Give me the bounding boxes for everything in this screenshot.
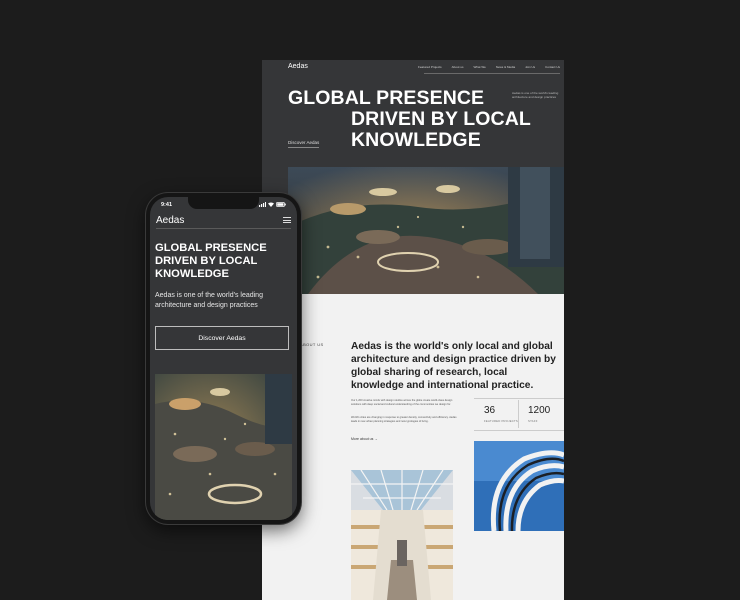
signal-icon <box>259 202 266 207</box>
discover-link[interactable]: Discover Aedas <box>288 140 320 148</box>
about-us-label: ABOUT US <box>300 342 324 347</box>
desktop-nav: Featured Projects About us What We News … <box>418 65 560 69</box>
phone-logo[interactable]: Aedas <box>156 215 184 226</box>
battery-icon <box>276 202 286 207</box>
phone-mockup: 9:41 Aedas GLOBAL PRESENCE DRIVEN BY LOC… <box>146 193 301 524</box>
desktop-side-text: Aedas is one of the world's leading arch… <box>512 91 559 99</box>
stats-bottom-divider <box>474 430 564 431</box>
stat-staff-value: 1200 <box>528 405 551 416</box>
phone-screen: 9:41 Aedas GLOBAL PRESENCE DRIVEN BY LOC… <box>150 197 297 520</box>
desktop-logo[interactable]: Aedas <box>288 63 308 70</box>
about-lead-text: Aedas is the world's only local and glob… <box>351 341 556 391</box>
tower-facade-image <box>474 441 564 531</box>
nav-item-about-us[interactable]: About us <box>452 65 464 69</box>
nav-item-join-us[interactable]: Join Us <box>525 65 535 69</box>
stats-top-divider <box>474 398 564 399</box>
nav-item-contact-us[interactable]: Contact Us <box>545 65 560 69</box>
arrow-right-icon: → <box>374 437 378 441</box>
stat-projects-label: FEATURED PROJECTS <box>484 419 518 423</box>
phone-header-divider <box>156 228 291 229</box>
desktop-headline-line1: GLOBAL PRESENCE <box>288 87 485 109</box>
stat-projects: 36 FEATURED PROJECTS <box>484 405 518 423</box>
nav-item-news-media[interactable]: News & Media <box>496 65 515 69</box>
hero-aerial-image <box>288 167 564 294</box>
about-body-paragraph-2: World's cities are changing in response … <box>351 416 457 423</box>
phone-subtext: Aedas is one of the world's leading arch… <box>155 292 263 309</box>
status-time: 9:41 <box>161 202 173 208</box>
phone-notch <box>188 197 259 209</box>
status-icons <box>259 202 286 207</box>
nav-divider <box>424 73 560 74</box>
atrium-interior-image <box>351 470 453 600</box>
nav-item-featured-projects[interactable]: Featured Projects <box>418 65 442 69</box>
nav-item-what-we[interactable]: What We <box>474 65 486 69</box>
phone-headline: GLOBAL PRESENCE DRIVEN BY LOCAL KNOWLEDG… <box>155 242 267 280</box>
stat-staff: 1200 STAFF <box>528 405 550 423</box>
stat-staff-label: STAFF <box>528 419 538 423</box>
desktop-headline-line2: DRIVEN BY LOCAL KNOWLEDGE <box>351 108 531 151</box>
stat-projects-value: 36 <box>484 405 496 416</box>
stats-separator <box>518 400 519 428</box>
phone-aerial-image <box>155 374 292 520</box>
wifi-icon <box>268 202 274 207</box>
more-about-us-link[interactable]: More about us → <box>351 437 378 441</box>
about-body-paragraph-1: Our 1,200 creative minds with design stu… <box>351 399 453 406</box>
desktop-mockup: Aedas Featured Projects About us What We… <box>262 60 564 600</box>
hamburger-menu-icon[interactable] <box>283 217 291 223</box>
discover-aedas-button[interactable]: Discover Aedas <box>155 326 289 350</box>
